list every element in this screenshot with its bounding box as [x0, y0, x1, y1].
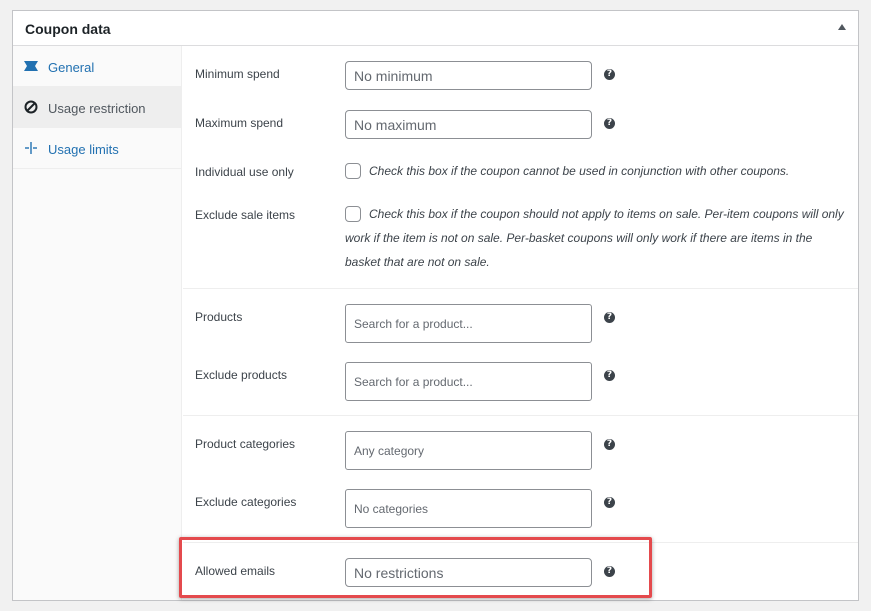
usage-restriction-panel: Minimum spend No minimum ? Maximum spend…	[183, 46, 858, 600]
maximum-spend-label: Maximum spend	[195, 116, 284, 130]
tab-usage-limits-label: Usage limits	[48, 142, 119, 157]
exclude-categories-label: Exclude categories	[195, 495, 297, 509]
products-label: Products	[195, 310, 243, 324]
product-categories-field[interactable]: Any category	[345, 431, 592, 470]
maximum-spend-input[interactable]: No maximum	[345, 110, 592, 139]
ticket-icon	[24, 61, 38, 71]
panel-title: Coupon data	[25, 21, 111, 37]
coupon-data-panel: Coupon data General Usage restriction Us…	[12, 10, 859, 601]
collapse-arrow-icon[interactable]	[838, 24, 846, 30]
minimum-spend-input[interactable]: No minimum	[345, 61, 592, 90]
exclude-sale-label: Exclude sale items	[195, 208, 296, 222]
crosshair-icon	[25, 142, 37, 154]
product-categories-help-icon[interactable]: ?	[604, 439, 615, 450]
exclude-products-label: Exclude products	[195, 368, 288, 382]
tab-usage-restriction[interactable]: Usage restriction	[13, 87, 181, 128]
exclude-categories-field[interactable]: No categories	[345, 489, 592, 528]
allowed-emails-highlight-box	[179, 537, 652, 598]
section-divider	[183, 288, 858, 289]
coupon-tabs: General Usage restriction Usage limits	[13, 46, 182, 600]
no-entry-icon	[24, 100, 38, 114]
tab-usage-restriction-label: Usage restriction	[48, 101, 146, 116]
product-categories-label: Product categories	[195, 437, 296, 451]
exclude-products-help-icon[interactable]: ?	[604, 370, 615, 381]
minimum-spend-help-icon[interactable]: ?	[604, 69, 615, 80]
tab-general-label: General	[48, 60, 95, 75]
maximum-spend-help-icon[interactable]: ?	[604, 118, 615, 129]
exclude-products-search-field[interactable]: Search for a product...	[345, 362, 592, 401]
exclude-categories-help-icon[interactable]: ?	[604, 497, 615, 508]
panel-header: Coupon data	[13, 11, 858, 46]
individual-use-label: Individual use only	[195, 165, 294, 179]
products-help-icon[interactable]: ?	[604, 312, 615, 323]
tab-usage-limits[interactable]: Usage limits	[13, 128, 181, 169]
exclude-sale-description: Check this box if the coupon should not …	[345, 207, 844, 269]
tab-general[interactable]: General	[13, 46, 181, 87]
section-divider	[183, 415, 858, 416]
products-search-field[interactable]: Search for a product...	[345, 304, 592, 343]
minimum-spend-label: Minimum spend	[195, 67, 280, 81]
individual-use-description: Check this box if the coupon cannot be u…	[369, 164, 790, 178]
